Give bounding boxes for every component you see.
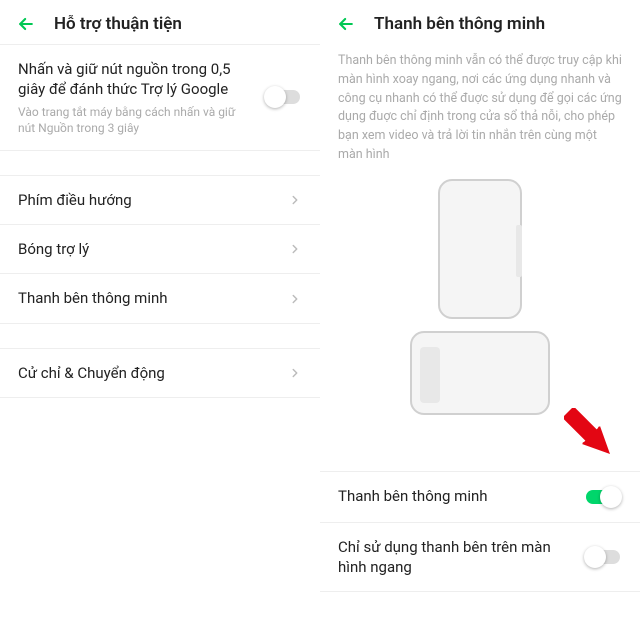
right-settings-pane: Thanh bên thông minh Thanh bên thông min…: [320, 0, 640, 640]
back-arrow-icon[interactable]: [16, 14, 36, 34]
row-label: Bóng trợ lý: [18, 239, 89, 259]
row-label: Thanh bên thông minh: [338, 486, 488, 506]
landscape-only-toggle[interactable]: [584, 546, 622, 568]
row-label: Nhấn và giữ nút nguồn trong 0,5 giây để …: [18, 59, 252, 100]
google-assistant-row[interactable]: Nhấn và giữ nút nguồn trong 0,5 giây để …: [0, 45, 320, 150]
chevron-right-icon: [288, 242, 302, 256]
row-label: Thanh bên thông minh: [18, 288, 168, 308]
smart-sidebar-row[interactable]: Thanh bên thông minh: [0, 274, 320, 322]
page-title: Thanh bên thông minh: [374, 14, 545, 34]
header-left: Hỗ trợ thuận tiện: [0, 0, 320, 44]
chevron-right-icon: [288, 193, 302, 207]
divider: [0, 397, 320, 398]
header-right: Thanh bên thông minh: [320, 0, 640, 44]
chevron-right-icon: [288, 366, 302, 380]
google-assistant-toggle[interactable]: [264, 86, 302, 108]
chevron-right-icon: [288, 292, 302, 306]
divider: [320, 591, 640, 592]
navigation-keys-row[interactable]: Phím điều hướng: [0, 176, 320, 224]
row-label: Chỉ sử dụng thanh bên trên màn hình ngan…: [338, 537, 572, 578]
phone-landscape-icon: [410, 331, 550, 415]
gesture-motion-row[interactable]: Cử chỉ & Chuyển động: [0, 349, 320, 397]
back-arrow-icon[interactable]: [336, 14, 356, 34]
page-title: Hỗ trợ thuận tiện: [54, 14, 182, 34]
row-sublabel: Vào trang tắt máy bằng cách nhấn và giữ …: [18, 104, 252, 136]
smart-sidebar-toggle[interactable]: [584, 486, 622, 508]
left-settings-pane: Hỗ trợ thuận tiện Nhấn và giữ nút nguồn …: [0, 0, 320, 640]
row-label: Cử chỉ & Chuyển động: [18, 363, 165, 383]
assistive-ball-row[interactable]: Bóng trợ lý: [0, 225, 320, 273]
landscape-only-row[interactable]: Chỉ sử dụng thanh bên trên màn hình ngan…: [320, 523, 640, 592]
smart-sidebar-toggle-row[interactable]: Thanh bên thông minh: [320, 472, 640, 522]
illustration: [320, 169, 640, 425]
phone-portrait-icon: [438, 179, 522, 319]
row-label: Phím điều hướng: [18, 190, 132, 210]
description-text: Thanh bên thông minh vẫn có thể được tru…: [320, 44, 640, 169]
